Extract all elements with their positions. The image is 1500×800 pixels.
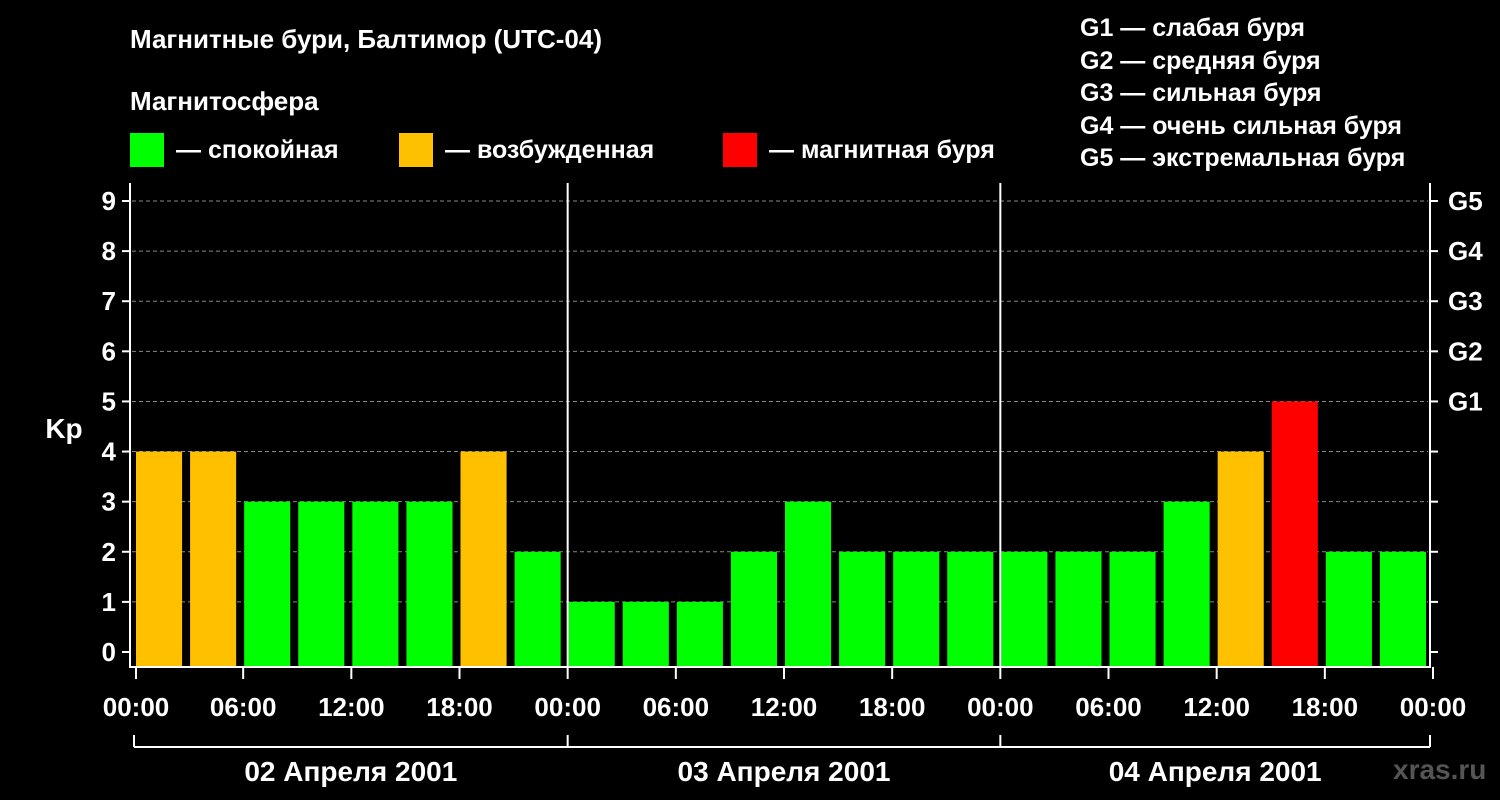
x-tick-label-4: 00:00 <box>534 692 601 722</box>
x-tick-label-3: 18:00 <box>426 692 493 722</box>
kp-bar-3 <box>298 501 345 667</box>
kp-bar-4 <box>352 501 399 667</box>
site-watermark: xras.ru <box>1393 754 1487 785</box>
kp-bar-11 <box>730 551 777 667</box>
kp-bar-15 <box>947 551 994 667</box>
y-tick-label-3: 3 <box>102 487 116 517</box>
x-tick-label-9: 06:00 <box>1075 692 1142 722</box>
y-tick-label-8: 8 <box>102 236 116 266</box>
g-scale-label-g4: G4 <box>1448 236 1483 266</box>
kp-bar-10 <box>676 601 723 667</box>
y-tick-label-0: 0 <box>102 637 116 667</box>
kp-bar-12 <box>785 501 832 667</box>
kp-bar-5 <box>406 501 453 667</box>
kp-bar-chart: 0 1 2 3 4 5 6 7 8 9 G1 G2 G3 G4 G5 Kp 00:00 06:00 12:00 18:… <box>45 183 1483 787</box>
kp-bar-7 <box>514 551 561 667</box>
x-tick-label-6: 12:00 <box>751 692 818 722</box>
y-axis-label: Kp <box>45 413 82 444</box>
x-tick-label-12: 00:00 <box>1400 692 1467 722</box>
day-label-0: 02 Апреля 2001 <box>244 756 457 787</box>
g-scale-label-g3: G3 <box>1448 286 1483 316</box>
day-label-2: 04 Апреля 2001 <box>1109 756 1322 787</box>
g-scale-label-g5: G5 <box>1448 186 1483 216</box>
x-tick-label-1: 06:00 <box>210 692 277 722</box>
kp-bar-6 <box>460 451 507 667</box>
kp-bar-21 <box>1271 401 1318 667</box>
kp-bar-14 <box>893 551 940 667</box>
y-tick-label-4: 4 <box>102 437 117 467</box>
kp-bar-8 <box>568 601 615 667</box>
kp-bar-22 <box>1325 551 1372 667</box>
y-tick-label-6: 6 <box>102 336 116 366</box>
y-tick-label-1: 1 <box>102 587 116 617</box>
y-tick-label-7: 7 <box>102 286 116 316</box>
kp-bar-2 <box>244 501 291 667</box>
kp-bar-0 <box>136 451 183 667</box>
kp-bar-9 <box>622 601 669 667</box>
kp-bar-13 <box>839 551 886 667</box>
kp-bar-23 <box>1379 551 1426 667</box>
y-tick-label-2: 2 <box>102 537 116 567</box>
kp-bar-20 <box>1217 451 1264 667</box>
x-tick-label-11: 18:00 <box>1292 692 1359 722</box>
y-tick-label-9: 9 <box>102 186 116 216</box>
day-label-1: 03 Апреля 2001 <box>678 756 891 787</box>
x-tick-label-5: 06:00 <box>643 692 710 722</box>
x-tick-label-2: 12:00 <box>318 692 385 722</box>
g-scale-label-g1: G1 <box>1448 386 1483 416</box>
g-scale-label-g2: G2 <box>1448 336 1483 366</box>
kp-bar-16 <box>1001 551 1048 667</box>
y-tick-label-5: 5 <box>102 386 116 416</box>
kp-bar-18 <box>1109 551 1156 667</box>
x-tick-label-10: 12:00 <box>1183 692 1250 722</box>
kp-bar-19 <box>1163 501 1210 667</box>
x-tick-label-0: 00:00 <box>103 692 170 722</box>
kp-bar-17 <box>1055 551 1102 667</box>
x-tick-label-8: 00:00 <box>967 692 1034 722</box>
kp-bar-1 <box>190 451 237 667</box>
x-tick-label-7: 18:00 <box>859 692 926 722</box>
